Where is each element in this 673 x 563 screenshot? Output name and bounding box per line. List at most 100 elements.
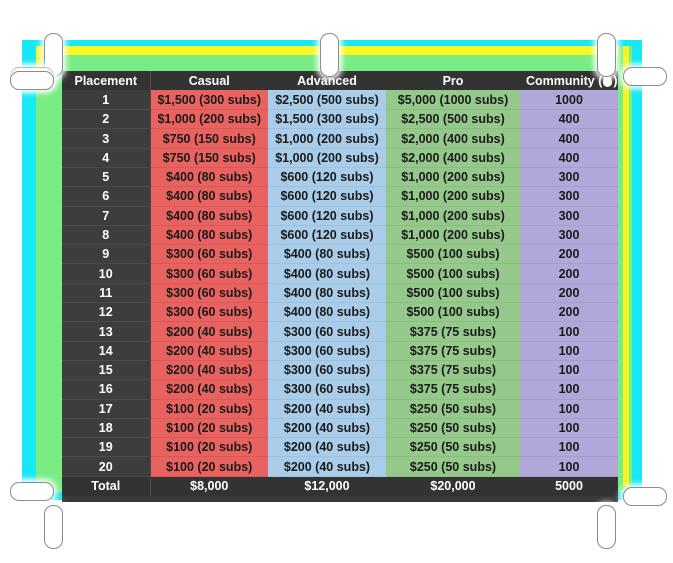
handle-top-right-horizontal[interactable] <box>623 67 667 86</box>
advanced-prize: $200 (40 subs) <box>268 456 386 477</box>
placement-number: 9 <box>62 244 151 265</box>
community-points: 300 <box>520 186 618 207</box>
handle-top-right-vertical[interactable] <box>597 33 616 77</box>
placement-number: 17 <box>62 399 151 419</box>
table-row[interactable]: 14 $200 (40 subs) $300 (60 subs) $375 (75 s… <box>62 341 618 361</box>
placement-number: 15 <box>62 360 151 381</box>
table-row[interactable]: 17 $100 (20 subs) $200 (40 subs) $250 (50 s… <box>62 399 618 419</box>
table-footer: Total $8,000 $12,000 $20,000 5000 <box>62 476 618 496</box>
placement-number: 5 <box>62 167 151 188</box>
pro-prize: $250 (50 subs) <box>386 399 520 419</box>
advanced-prize: $300 (60 subs) <box>268 379 386 400</box>
casual-prize: $200 (40 subs) <box>150 379 268 400</box>
table-row[interactable]: 7 $400 (80 subs) $600 (120 subs) $1,000 (20… <box>62 206 618 226</box>
header-row: Placement Casual Advanced Pro Community … <box>62 71 618 91</box>
column-header-placement[interactable]: Placement <box>62 71 151 91</box>
pro-prize: $1,000 (200 subs) <box>386 206 520 226</box>
prize-table-container: Placement Casual Advanced Pro Community … <box>62 71 618 502</box>
table-row[interactable]: 11 $300 (60 subs) $400 (80 subs) $500 (100 … <box>62 283 618 304</box>
casual-prize: $750 (150 subs) <box>150 128 268 149</box>
casual-prize: $400 (80 subs) <box>150 206 268 226</box>
pro-prize: $500 (100 subs) <box>386 302 520 323</box>
handle-bottom-right-horizontal[interactable] <box>623 487 667 506</box>
pro-prize: $375 (75 subs) <box>386 360 520 381</box>
community-points: 100 <box>520 360 618 381</box>
advanced-prize: $400 (80 subs) <box>268 302 386 323</box>
casual-prize: $100 (20 subs) <box>150 418 268 439</box>
table-row[interactable]: 9 $300 (60 subs) $400 (80 subs) $500 (100 s… <box>62 244 618 265</box>
casual-prize: $300 (60 subs) <box>150 244 268 265</box>
handle-left-middle[interactable] <box>10 71 54 90</box>
placement-number: 7 <box>62 206 151 226</box>
casual-prize: $400 (80 subs) <box>150 186 268 207</box>
table-row[interactable]: 20 $100 (20 subs) $200 (40 subs) $250 (50 s… <box>62 456 618 477</box>
column-header-community-text: Community ( <box>526 73 603 88</box>
table-row[interactable]: 12 $300 (60 subs) $400 (80 subs) $500 (100 … <box>62 302 618 323</box>
handle-bottom-left-horizontal[interactable] <box>10 482 54 501</box>
table-row[interactable]: 8 $400 (80 subs) $600 (120 subs) $1,000 (20… <box>62 225 618 246</box>
table-row[interactable]: 4 $750 (150 subs) $1,000 (200 subs) $2,000 … <box>62 148 618 168</box>
table-row[interactable]: 16 $200 (40 subs) $300 (60 subs) $375 (75 s… <box>62 379 618 400</box>
placement-number: 12 <box>62 302 151 323</box>
table-row[interactable]: 19 $100 (20 subs) $200 (40 subs) $250 (50 s… <box>62 437 618 458</box>
casual-prize: $400 (80 subs) <box>150 167 268 188</box>
advanced-prize: $300 (60 subs) <box>268 341 386 361</box>
table-row[interactable]: 15 $200 (40 subs) $300 (60 subs) $375 (75 s… <box>62 360 618 381</box>
advanced-prize: $1,000 (200 subs) <box>268 148 386 168</box>
pro-prize: $375 (75 subs) <box>386 379 520 400</box>
pro-prize: $1,000 (200 subs) <box>386 186 520 207</box>
casual-prize: $200 (40 subs) <box>150 341 268 361</box>
community-points: 100 <box>520 379 618 400</box>
table-row[interactable]: 3 $750 (150 subs) $1,000 (200 subs) $2,000 … <box>62 128 618 149</box>
casual-prize: $300 (60 subs) <box>150 283 268 304</box>
placement-number: 4 <box>62 148 151 168</box>
casual-prize: $100 (20 subs) <box>150 437 268 458</box>
community-points: 200 <box>520 244 618 265</box>
casual-prize: $200 (40 subs) <box>150 321 268 342</box>
community-points: 100 <box>520 456 618 477</box>
advanced-prize: $600 (120 subs) <box>268 186 386 207</box>
column-header-pro[interactable]: Pro <box>386 71 520 91</box>
pro-prize: $2,000 (400 subs) <box>386 148 520 168</box>
pro-prize: $250 (50 subs) <box>386 437 520 458</box>
community-points: 400 <box>520 109 618 130</box>
community-points: 300 <box>520 167 618 188</box>
table-row[interactable]: 5 $400 (80 subs) $600 (120 subs) $1,000 (20… <box>62 167 618 188</box>
advanced-prize: $1,500 (300 subs) <box>268 109 386 130</box>
advanced-prize: $1,000 (200 subs) <box>268 128 386 149</box>
placement-number: 20 <box>62 456 151 477</box>
handle-top-center[interactable] <box>320 33 339 77</box>
casual-prize: $1,500 (300 subs) <box>150 90 268 111</box>
handle-bottom-right-vertical[interactable] <box>597 505 616 549</box>
placement-number: 16 <box>62 379 151 400</box>
pro-prize: $500 (100 subs) <box>386 263 520 284</box>
handle-bottom-left-vertical[interactable] <box>44 505 63 549</box>
table-row[interactable]: 18 $100 (20 subs) $200 (40 subs) $250 (50 s… <box>62 418 618 439</box>
advanced-prize: $300 (60 subs) <box>268 321 386 342</box>
advanced-prize: $600 (120 subs) <box>268 167 386 188</box>
screenshot-root: Placement Casual Advanced Pro Community … <box>0 0 673 563</box>
table-row[interactable]: 2 $1,000 (200 subs) $1,500 (300 subs) $2,50… <box>62 109 618 130</box>
casual-prize: $400 (80 subs) <box>150 225 268 246</box>
community-points: 100 <box>520 321 618 342</box>
casual-prize: $100 (20 subs) <box>150 456 268 477</box>
placement-number: 18 <box>62 418 151 439</box>
community-points: 1000 <box>520 90 618 111</box>
table-row[interactable]: 1 $1,500 (300 subs) $2,500 (500 subs) $5,00… <box>62 90 618 111</box>
casual-prize: $200 (40 subs) <box>150 360 268 381</box>
placement-number: 14 <box>62 341 151 361</box>
column-header-community-suffix: ) <box>613 73 618 88</box>
placement-number: 19 <box>62 437 151 458</box>
total-label: Total <box>62 476 151 496</box>
community-points: 200 <box>520 302 618 323</box>
table-row[interactable]: 13 $200 (40 subs) $300 (60 subs) $375 (75 s… <box>62 321 618 342</box>
advanced-prize: $400 (80 subs) <box>268 263 386 284</box>
column-header-casual[interactable]: Casual <box>150 71 268 91</box>
total-row: Total $8,000 $12,000 $20,000 5000 <box>62 476 618 496</box>
accent-stripe-right <box>623 46 629 486</box>
table-row[interactable]: 6 $400 (80 subs) $600 (120 subs) $1,000 (20… <box>62 186 618 207</box>
pro-prize: $250 (50 subs) <box>386 418 520 439</box>
table-header: Placement Casual Advanced Pro Community … <box>62 71 618 91</box>
community-points: 200 <box>520 263 618 284</box>
table-row[interactable]: 10 $300 (60 subs) $400 (80 subs) $500 (100 … <box>62 263 618 284</box>
